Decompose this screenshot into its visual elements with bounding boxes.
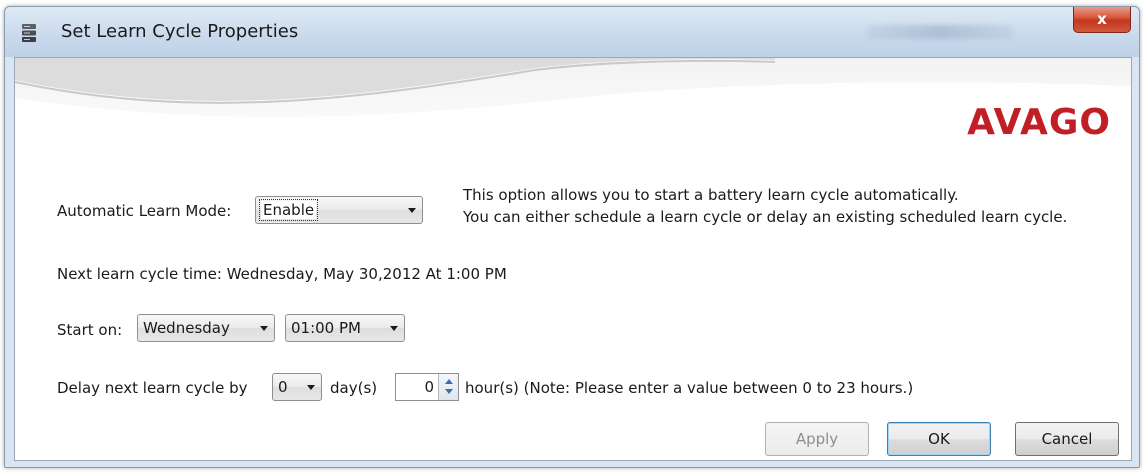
start-time-value: 01:00 PM: [291, 319, 361, 337]
cancel-button[interactable]: Cancel: [1015, 422, 1119, 456]
hours-note-label: hour(s) (Note: Please enter a value betw…: [465, 379, 914, 397]
avago-logo: AVAGO: [967, 102, 1111, 143]
start-day-dropdown[interactable]: Wednesday: [137, 314, 275, 342]
server-stack-icon: [22, 24, 36, 42]
delay-label: Delay next learn cycle by: [57, 379, 248, 397]
learn-mode-description-line1: This option allows you to start a batter…: [463, 186, 959, 204]
ok-button[interactable]: OK: [887, 422, 991, 456]
chevron-down-icon: [408, 208, 416, 213]
start-day-value: Wednesday: [143, 319, 230, 337]
start-on-label: Start on:: [57, 321, 123, 339]
title-bar[interactable]: Set Learn Cycle Properties x: [5, 7, 1139, 57]
header-banner: AVAGO: [15, 58, 1131, 168]
delay-hours-spinner[interactable]: 0: [395, 373, 459, 401]
dialog-content: AVAGO Automatic Learn Mode: Enable This …: [14, 57, 1132, 461]
delay-days-dropdown[interactable]: 0: [272, 373, 322, 401]
apply-button[interactable]: Apply: [765, 422, 869, 456]
learn-mode-label: Automatic Learn Mode:: [57, 202, 232, 220]
close-button[interactable]: x: [1073, 7, 1131, 33]
spinner-down-icon[interactable]: [445, 389, 453, 394]
days-unit-label: day(s): [330, 379, 378, 397]
window-title: Set Learn Cycle Properties: [61, 21, 299, 42]
start-time-dropdown[interactable]: 01:00 PM: [285, 314, 405, 342]
next-cycle-time-text: Next learn cycle time: Wednesday, May 30…: [57, 265, 507, 283]
chevron-down-icon: [307, 385, 315, 390]
spinner-arrows-icon[interactable]: [438, 374, 458, 400]
delay-hours-value: 0: [424, 378, 434, 396]
learn-mode-value: Enable: [258, 199, 319, 221]
learn-mode-description-line2: You can either schedule a learn cycle or…: [463, 208, 1068, 226]
learn-mode-dropdown[interactable]: Enable: [255, 196, 423, 224]
dialog-window: Set Learn Cycle Properties x AVAGO Autom…: [4, 6, 1140, 468]
close-icon: x: [1097, 10, 1107, 28]
delay-days-value: 0: [278, 378, 288, 396]
spinner-up-icon[interactable]: [445, 379, 453, 384]
chevron-down-icon: [390, 326, 398, 331]
chevron-down-icon: [260, 326, 268, 331]
banner-swoosh: [15, 58, 1131, 168]
blurred-title-detail: [865, 25, 1015, 39]
